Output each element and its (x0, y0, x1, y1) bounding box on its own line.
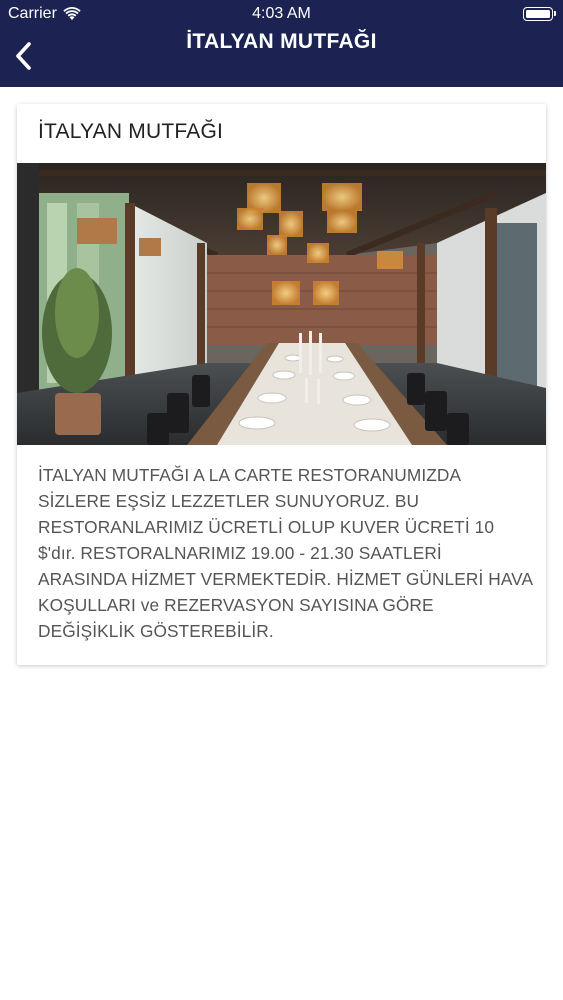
status-bar: Carrier 4:03 AM (0, 0, 563, 28)
page-title: İTALYAN MUTFAĞI (186, 30, 377, 53)
back-button[interactable] (4, 34, 44, 78)
restaurant-photo (17, 163, 546, 445)
card-description: İTALYAN MUTFAĞI A LA CARTE RESTORANUMIZD… (38, 465, 533, 641)
restaurant-card: İTALYAN MUTFAĞI İTALYAN MUTFAĞI A LA CAR… (17, 104, 546, 665)
card-title: İTALYAN MUTFAĞI (38, 120, 224, 143)
top-bar: Carrier 4:03 AM İTALYAN MUTFAĞI (0, 0, 563, 87)
navigation-bar: İTALYAN MUTFAĞI (0, 28, 563, 87)
battery-icon (523, 7, 556, 21)
chevron-left-icon (16, 42, 31, 70)
status-time: 4:03 AM (252, 5, 311, 22)
